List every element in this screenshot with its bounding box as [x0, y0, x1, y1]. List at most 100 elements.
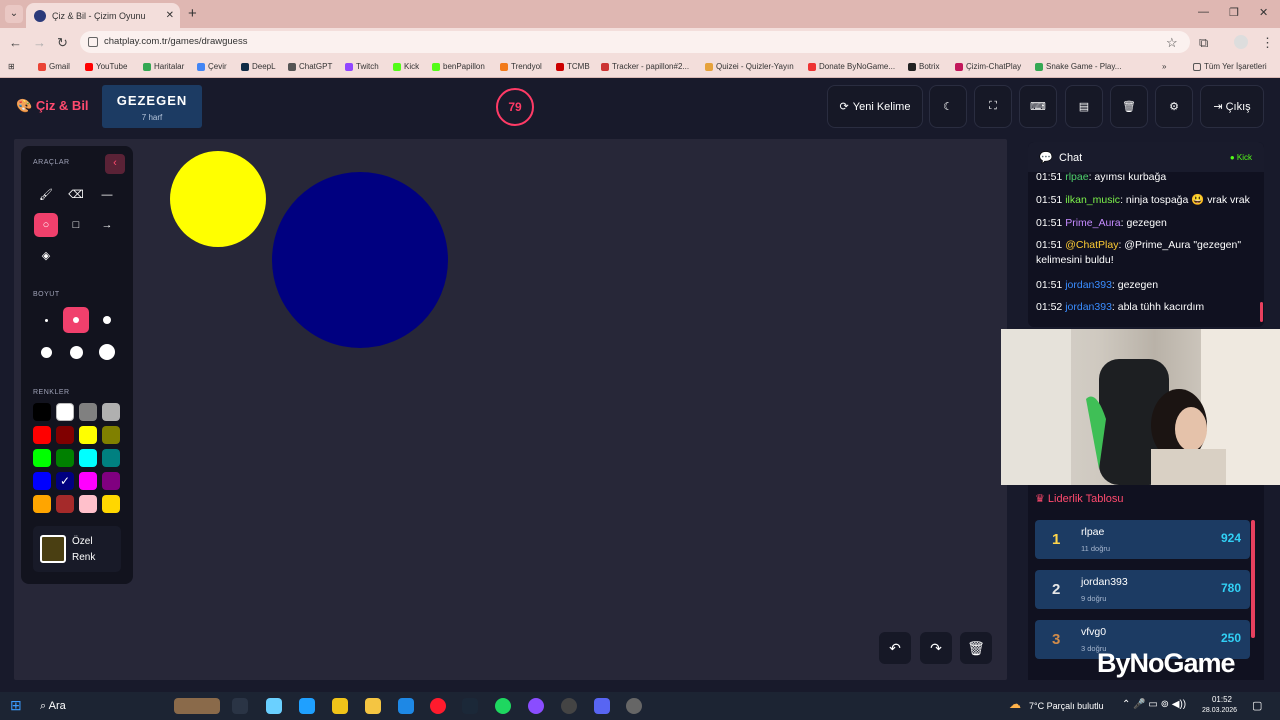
message-user[interactable]: rlpae [1065, 171, 1088, 183]
clock[interactable]: 01:52 [1202, 695, 1232, 704]
color-swatch[interactable] [56, 495, 74, 513]
color-swatch[interactable] [79, 472, 97, 490]
archive-button[interactable]: ▤ [1065, 85, 1103, 128]
fullscreen-button[interactable]: ⛶ [974, 85, 1012, 128]
color-swatch[interactable] [33, 472, 51, 490]
maximize-button[interactable]: ❐ [1229, 6, 1239, 19]
more-bookmarks-icon[interactable]: » [1162, 62, 1166, 71]
rectangle-tool[interactable]: □ [64, 213, 88, 237]
message-user[interactable]: @ChatPlay [1065, 239, 1118, 251]
app-icon[interactable] [561, 698, 577, 714]
date[interactable]: 28.03.2026 [1202, 707, 1240, 714]
redo-button[interactable]: ↷ [920, 632, 952, 664]
new-word-button[interactable]: ⟳ Yeni Kelime [827, 85, 923, 128]
bookmark-item[interactable]: Tracker - papillon#2... [601, 62, 689, 71]
line-tool[interactable]: — [95, 183, 119, 207]
color-swatch[interactable] [56, 449, 74, 467]
custom-color-picker[interactable]: Özel Renk [33, 526, 121, 572]
bookmark-item[interactable]: Haritalar [143, 62, 184, 71]
bookmark-item[interactable]: Kick [393, 62, 419, 71]
color-swatch[interactable] [56, 426, 74, 444]
app-icon[interactable] [528, 698, 544, 714]
bookmark-item[interactable]: Gmail [38, 62, 70, 71]
new-tab-button[interactable]: + [188, 5, 197, 22]
discord-icon[interactable] [594, 698, 610, 714]
app-icon[interactable] [626, 698, 642, 714]
clear-canvas-button[interactable]: 🗑 [960, 632, 992, 664]
tab-search-button[interactable]: ⌄ [5, 5, 23, 23]
bookmark-item[interactable]: ChatGPT [288, 62, 332, 71]
reload-icon[interactable]: ↻ [57, 35, 68, 51]
message-user[interactable]: ilkan_music [1065, 194, 1120, 206]
chrome-icon[interactable] [332, 698, 348, 714]
minimize-button[interactable]: — [1198, 6, 1209, 18]
chat-scrollbar[interactable] [1260, 302, 1263, 322]
size-option[interactable] [94, 339, 120, 365]
message-user[interactable]: Prime_Aura [1065, 217, 1120, 229]
exit-button[interactable]: ⇥ Çıkış [1200, 85, 1264, 128]
size-option[interactable] [94, 307, 120, 333]
size-option[interactable] [63, 339, 89, 365]
extensions-icon[interactable]: ⧉ [1199, 35, 1208, 51]
collapse-panel-button[interactable]: ‹ [105, 154, 125, 174]
color-swatch[interactable] [102, 495, 120, 513]
browser-menu-icon[interactable]: ⋮ [1261, 35, 1274, 51]
bookmark-star-icon[interactable]: ☆ [1166, 35, 1178, 51]
all-bookmarks-folder[interactable]: Tüm Yer İşaretleri [1193, 62, 1267, 71]
weather-text[interactable]: 7°C Parçalı bulutlu [1029, 701, 1104, 711]
color-swatch[interactable] [102, 472, 120, 490]
message-user[interactable]: jordan393 [1065, 279, 1112, 291]
dark-mode-button[interactable]: ☾ [929, 85, 967, 128]
steam-icon[interactable] [462, 698, 478, 714]
color-swatch[interactable] [79, 426, 97, 444]
forward-icon[interactable]: → [33, 35, 46, 50]
color-swatch[interactable] [79, 449, 97, 467]
spotify-icon[interactable] [495, 698, 511, 714]
size-option[interactable] [63, 307, 89, 333]
color-swatch[interactable] [56, 403, 74, 421]
color-swatch[interactable] [33, 403, 51, 421]
store-icon[interactable] [398, 698, 414, 714]
size-option[interactable] [33, 339, 59, 365]
leaderboard-scrollbar[interactable] [1251, 520, 1255, 638]
color-swatch[interactable] [102, 403, 120, 421]
color-swatch[interactable] [33, 495, 51, 513]
color-swatch[interactable] [102, 449, 120, 467]
bookmark-item[interactable]: Çizim-ChatPlay [955, 62, 1021, 71]
bookmark-item[interactable]: Twitch [345, 62, 379, 71]
address-bar[interactable]: chatplay.com.tr/games/drawguess [80, 31, 1190, 53]
eraser-tool[interactable]: ⌫ [64, 183, 88, 207]
undo-button[interactable]: ↶ [879, 632, 911, 664]
bookmark-item[interactable]: Botrix [908, 62, 939, 71]
color-swatch[interactable] [33, 449, 51, 467]
site-info-icon[interactable] [88, 37, 98, 47]
settings-button[interactable]: ⚙ [1155, 85, 1193, 128]
windows-start-icon[interactable]: ⊞ [10, 697, 22, 714]
notification-icon[interactable]: ▢ [1252, 699, 1262, 712]
fill-tool[interactable]: ◈ [34, 244, 58, 268]
bookmark-item[interactable]: Donate ByNoGame... [808, 62, 895, 71]
edge-icon[interactable] [299, 698, 315, 714]
opera-icon[interactable] [430, 698, 446, 714]
search-highlight-image[interactable] [174, 698, 220, 714]
close-tab-icon[interactable]: ✕ [166, 10, 174, 21]
color-swatch[interactable] [79, 495, 97, 513]
color-swatch[interactable] [33, 426, 51, 444]
bookmark-item[interactable]: Snake Game - Play... [1035, 62, 1121, 71]
back-icon[interactable]: ← [9, 35, 22, 50]
brush-tool[interactable]: 🖌 [34, 183, 58, 207]
browser-tab[interactable]: Çiz & Bil - Çizim Oyunu ✕ [26, 3, 180, 28]
keyboard-button[interactable]: ⌨ [1019, 85, 1057, 128]
circle-tool[interactable]: ○ [34, 213, 58, 237]
arrow-tool[interactable]: → [95, 213, 119, 237]
clear-all-button[interactable]: 🗑 [1110, 85, 1148, 128]
file-explorer-icon[interactable] [365, 698, 381, 714]
bookmark-item[interactable]: DeepL [241, 62, 276, 71]
drawing-canvas[interactable] [14, 139, 1007, 680]
color-swatch[interactable] [79, 403, 97, 421]
profile-avatar[interactable] [1234, 35, 1248, 49]
taskbar-search[interactable]: ⌕ Ara [40, 700, 66, 713]
bookmark-item[interactable]: Quizei - Quizler-Yayın [705, 62, 794, 71]
bookmark-item[interactable]: YouTube [85, 62, 127, 71]
copilot-icon[interactable] [266, 698, 282, 714]
